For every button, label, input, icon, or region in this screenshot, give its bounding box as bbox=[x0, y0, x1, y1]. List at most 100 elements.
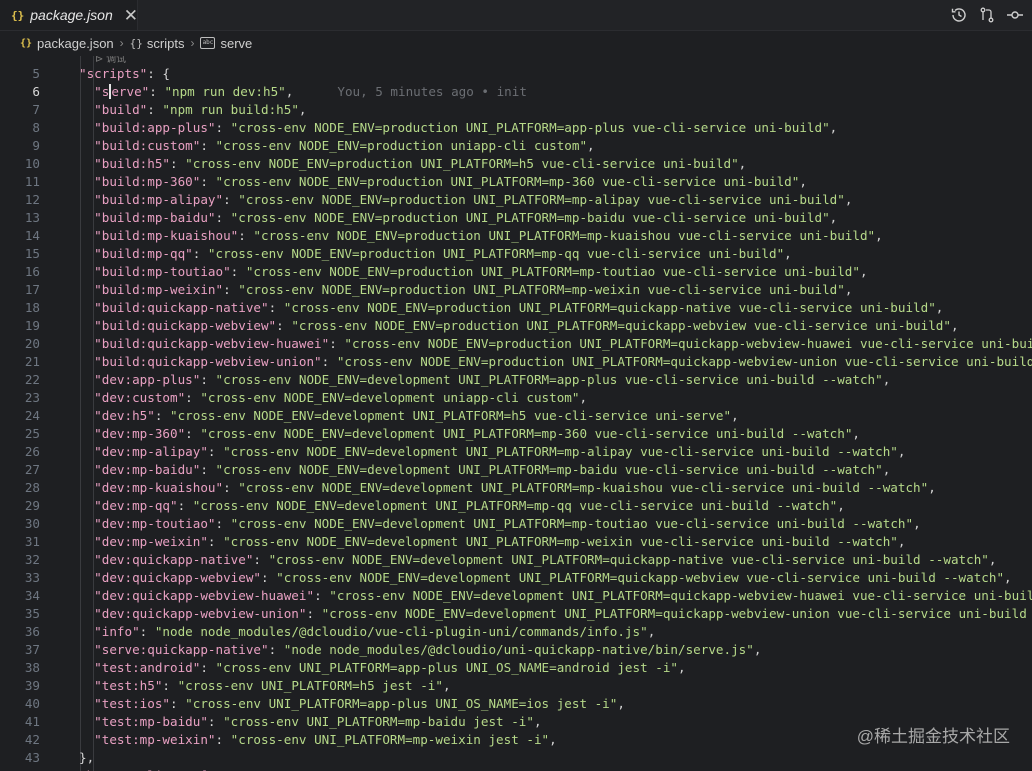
close-icon[interactable]: ✕ bbox=[124, 7, 138, 24]
json-value: "cross-env NODE_ENV=development UNI_PLAT… bbox=[215, 372, 883, 387]
punctuation: , bbox=[829, 210, 838, 225]
code-line: 6 "s erve": "npm run dev:h5", You, 5 minut… bbox=[0, 83, 1032, 101]
line-number: 29 bbox=[24, 498, 40, 513]
git-commit-icon[interactable] bbox=[1006, 6, 1024, 24]
line-number: 22 bbox=[24, 372, 40, 387]
codelens-debug[interactable]: ⊳ 调试 bbox=[95, 56, 126, 65]
json-value: "cross-env NODE_ENV=production UNI_PLATF… bbox=[238, 192, 845, 207]
punctuation: : bbox=[200, 174, 216, 189]
json-value: "cross-env NODE_ENV=development UNI_PLAT… bbox=[329, 588, 1032, 603]
json-key: "build:mp-weixin" bbox=[94, 282, 224, 297]
json-value: "cross-env NODE_ENV=development UNI_PLAT… bbox=[321, 606, 1032, 621]
punctuation: : bbox=[192, 246, 208, 261]
json-value: "cross-env NODE_ENV=development uniapp-c… bbox=[200, 390, 580, 405]
json-value: "cross-env NODE_ENV=production UNI_PLATF… bbox=[344, 336, 1032, 351]
code-editor[interactable]: ⊳ 调试 5 "scripts": {6 "s erve": "npm run de… bbox=[0, 56, 1032, 771]
punctuation: : bbox=[207, 534, 224, 549]
punctuation: : bbox=[207, 714, 224, 729]
line-content: "build:mp-baidu": "cross-env NODE_ENV=pr… bbox=[79, 209, 837, 227]
code-line: 10 "build:h5": "cross-env NODE_ENV=produ… bbox=[0, 155, 1032, 173]
json-key: "dev:custom" bbox=[94, 390, 186, 405]
punctuation: }, bbox=[79, 750, 95, 765]
punctuation: , bbox=[617, 696, 625, 711]
line-content: "test:android": "cross-env UNI_PLATFORM=… bbox=[79, 659, 685, 677]
punctuation: : bbox=[253, 552, 269, 567]
breadcrumb-scripts[interactable]: scripts bbox=[147, 36, 185, 51]
code-line: 23 "dev:custom": "cross-env NODE_ENV=dev… bbox=[0, 389, 1032, 407]
json-value: "cross-env NODE_ENV=production UNI_PLATF… bbox=[291, 318, 951, 333]
punctuation: , bbox=[935, 300, 944, 315]
line-content: "dev:h5": "cross-env NODE_ENV=developmen… bbox=[79, 407, 739, 425]
json-value: "cross-env UNI_PLATFORM=app-plus UNI_OS_… bbox=[215, 660, 679, 675]
punctuation: : bbox=[276, 318, 292, 333]
line-number: 44 bbox=[0, 767, 40, 771]
code-line: 15 "build:mp-qq": "cross-env NODE_ENV=pr… bbox=[0, 245, 1032, 263]
code-line: 20 "build:quickapp-webview-huawei": "cro… bbox=[0, 335, 1032, 353]
line-content: "info": "node node_modules/@dcloudio/vue… bbox=[79, 623, 655, 641]
watermark: @稀土掘金技术社区 bbox=[856, 727, 1010, 746]
punctuation: , bbox=[844, 282, 853, 297]
breadcrumb-file[interactable]: package.json bbox=[37, 36, 114, 51]
code-line: 12 "build:mp-alipay": "cross-env NODE_EN… bbox=[0, 191, 1032, 209]
line-content: "build:mp-weixin": "cross-env NODE_ENV=p… bbox=[79, 281, 852, 299]
punctuation: , bbox=[913, 516, 921, 531]
line-number: 6 bbox=[32, 84, 40, 99]
punctuation: : bbox=[139, 624, 155, 639]
punctuation: , bbox=[859, 264, 868, 279]
line-content: "dev:quickapp-webview-union": "cross-env… bbox=[79, 605, 1032, 623]
json-key: "s bbox=[94, 84, 110, 99]
json-key: "build:quickapp-webview" bbox=[94, 318, 277, 333]
code-line: 28 "dev:mp-kuaishou": "cross-env NODE_EN… bbox=[0, 479, 1032, 497]
punctuation: , bbox=[285, 84, 294, 99]
line-number: 18 bbox=[24, 300, 40, 315]
json-value: "node node_modules/@dcloudio/vue-cli-plu… bbox=[154, 624, 648, 639]
json-key: "build:mp-toutiao" bbox=[94, 264, 231, 279]
open-changes-icon[interactable] bbox=[978, 6, 996, 24]
json-value: "cross-env NODE_ENV=development UNI_PLAT… bbox=[276, 570, 1005, 585]
json-key: "dev:mp-qq" bbox=[94, 498, 178, 513]
tab-package-json[interactable]: {} package.json ✕ bbox=[0, 0, 138, 30]
punctuation: : bbox=[260, 570, 277, 585]
punctuation: : bbox=[223, 192, 239, 207]
json-key: "dev:quickapp-webview" bbox=[94, 570, 261, 585]
json-value: "npm run dev:h5" bbox=[164, 84, 286, 99]
code-line: 11 "build:mp-360": "cross-env NODE_ENV=p… bbox=[0, 173, 1032, 191]
line-content: "dev:mp-baidu": "cross-env NODE_ENV=deve… bbox=[79, 461, 890, 479]
line-number: 5 bbox=[32, 66, 40, 81]
line-number: 14 bbox=[24, 228, 40, 243]
punctuation: : bbox=[200, 660, 216, 675]
json-value: "cross-env NODE_ENV=production UNI_PLATF… bbox=[336, 354, 1032, 369]
code-line: 30 "dev:mp-toutiao": "cross-env NODE_ENV… bbox=[0, 515, 1032, 533]
code-line: 38 "test:android": "cross-env UNI_PLATFO… bbox=[0, 659, 1032, 677]
punctuation: , bbox=[837, 498, 845, 513]
line-number: 41 bbox=[24, 714, 40, 729]
punctuation: : bbox=[185, 390, 201, 405]
json-key: "build" bbox=[94, 102, 148, 117]
json-key: "dev:mp-baidu" bbox=[94, 462, 201, 477]
line-number: 37 bbox=[24, 642, 40, 657]
line-number: 25 bbox=[24, 426, 40, 441]
punctuation: , bbox=[852, 426, 860, 441]
json-key: "dev:mp-toutiao" bbox=[94, 516, 216, 531]
json-key: "build:mp-qq" bbox=[94, 246, 193, 261]
json-key: "build:custom" bbox=[94, 138, 201, 153]
breadcrumb-serve[interactable]: serve bbox=[220, 36, 252, 51]
line-content: "build:mp-qq": "cross-env NODE_ENV=produ… bbox=[79, 245, 792, 263]
line-content: "dev:mp-weixin": "cross-env NODE_ENV=dev… bbox=[79, 533, 905, 551]
json-key: "dev:quickapp-webview-union" bbox=[94, 606, 307, 621]
code-line: 16 "build:mp-toutiao": "cross-env NODE_E… bbox=[0, 263, 1032, 281]
punctuation: , bbox=[442, 678, 451, 693]
line-number: 10 bbox=[24, 156, 40, 171]
code-line: 9 "build:custom": "cross-env NODE_ENV=pr… bbox=[0, 137, 1032, 155]
json-key: "test:h5" bbox=[94, 678, 163, 693]
line-content: "dev:mp-toutiao": "cross-env NODE_ENV=de… bbox=[79, 515, 921, 533]
punctuation: , bbox=[882, 372, 891, 387]
punctuation: , bbox=[784, 246, 792, 261]
json-value: "npm run build:h5" bbox=[162, 102, 299, 117]
timeline-history-icon[interactable] bbox=[950, 6, 968, 24]
json-key: "dev:quickapp-webview-huawei" bbox=[94, 588, 315, 603]
punctuation: : bbox=[321, 354, 337, 369]
json-key: "dev:mp-kuaishou" bbox=[94, 480, 224, 495]
punctuation: , bbox=[738, 156, 747, 171]
json-value: "cross-env NODE_ENV=development UNI_PLAT… bbox=[223, 444, 898, 459]
